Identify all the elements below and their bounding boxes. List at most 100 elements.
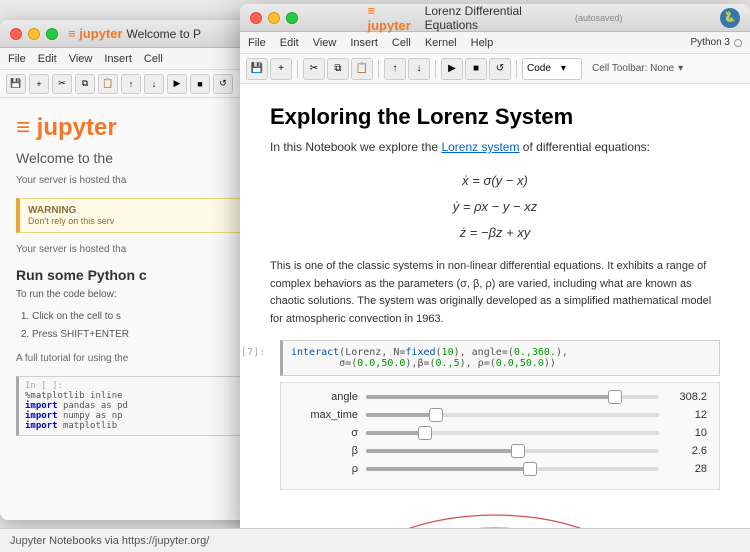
notebook-title: Exploring the Lorenz System: [270, 104, 720, 130]
front-maximize-button[interactable]: [286, 12, 298, 24]
widget-angle-thumb[interactable]: [608, 390, 622, 404]
run-python-body: To run the code below:: [16, 289, 254, 300]
widget-angle-value: 308.2: [667, 391, 707, 403]
widget-maxtime-slider[interactable]: [366, 413, 659, 417]
widget-rho-slider[interactable]: [366, 467, 659, 471]
code-import-pandas: import: [25, 401, 58, 411]
widget-beta-label: β: [293, 445, 358, 457]
menu-view-back[interactable]: View: [69, 53, 93, 65]
code-beta-range: 0.,5: [436, 358, 460, 369]
menu-edit-back[interactable]: Edit: [38, 53, 57, 65]
back-down-btn[interactable]: ↓: [144, 74, 164, 94]
back-server-text: Your server is hosted tha: [16, 174, 254, 188]
widget-rho: ρ 28: [293, 463, 707, 475]
widget-beta-value: 2.6: [667, 445, 707, 457]
back-stop-btn[interactable]: ■: [190, 74, 210, 94]
front-restart-btn[interactable]: ↺: [489, 58, 511, 80]
widget-sigma-label: σ: [293, 427, 358, 439]
back-jupyter-header: ≡ jupyter: [16, 114, 254, 142]
menu-insert-back[interactable]: Insert: [104, 53, 132, 65]
front-paste-btn[interactable]: 📋: [351, 58, 373, 80]
cell-type-dropdown[interactable]: Code ▾: [522, 58, 582, 80]
code-fixed: fixed: [405, 347, 435, 358]
menu-cell-back[interactable]: Cell: [144, 53, 163, 65]
code-cell-front[interactable]: In [7]: interact(Lorenz, N=fixed(10), an…: [280, 340, 720, 376]
front-save-btn[interactable]: 💾: [246, 58, 268, 80]
step-2: Press SHIFT+ENTER: [32, 326, 254, 344]
back-notebook-title: Welcome to the: [16, 150, 254, 166]
close-button[interactable]: [10, 28, 22, 40]
warning-text: Don't rely on this serv: [28, 216, 245, 226]
back-run-btn[interactable]: ▶: [167, 74, 187, 94]
widget-sigma-thumb[interactable]: [418, 426, 432, 440]
code-interact: interact(Lorenz, N=fixed(10), angle=(0.,…: [291, 347, 568, 369]
menu-kernel-front[interactable]: Kernel: [425, 37, 457, 49]
menu-cell-front[interactable]: Cell: [392, 37, 411, 49]
eq-1: ẋ = σ(y − x): [270, 168, 720, 194]
menu-insert-front[interactable]: Insert: [350, 37, 378, 49]
widget-rho-thumb[interactable]: [523, 462, 537, 476]
widget-rho-value: 28: [667, 463, 707, 475]
code-import-matplotlib: import: [25, 421, 58, 431]
separator-2: [378, 60, 379, 78]
back-restart-btn[interactable]: ↺: [213, 74, 233, 94]
run-python-title: Run some Python c: [16, 267, 254, 283]
widget-beta-slider[interactable]: [366, 449, 659, 453]
code-rho-range: 0.0,50.0: [496, 358, 544, 369]
notebook-content: Exploring the Lorenz System In this Note…: [240, 84, 750, 534]
menu-view-front[interactable]: View: [313, 37, 337, 49]
menu-help-front[interactable]: Help: [471, 37, 494, 49]
math-equations: ẋ = σ(y − x) ẏ = ρx − y − xz ż = −βz + x…: [270, 168, 720, 246]
code-cell-wrapper: In [7]: interact(Lorenz, N=fixed(10), an…: [270, 340, 720, 490]
back-save-btn[interactable]: 💾: [6, 74, 26, 94]
front-minimize-button[interactable]: [268, 12, 280, 24]
widget-sigma-fill: [366, 431, 425, 435]
widget-sigma: σ 10: [293, 427, 707, 439]
back-server-hosted: Your server is hosted tha: [16, 243, 254, 257]
widget-beta-thumb[interactable]: [511, 444, 525, 458]
eq-2: ẏ = ρx − y − xz: [270, 194, 720, 220]
back-copy-btn[interactable]: ⧉: [75, 74, 95, 94]
front-down-btn[interactable]: ↓: [408, 58, 430, 80]
menu-file-back[interactable]: File: [8, 53, 26, 65]
menu-edit-front[interactable]: Edit: [280, 37, 299, 49]
widget-beta: β 2.6: [293, 445, 707, 457]
front-toolbar: 💾 + ✂ ⧉ 📋 ↑ ↓ ▶ ■ ↺ Code ▾ Cell Toolbar:…: [240, 54, 750, 84]
widget-maxtime-value: 12: [667, 409, 707, 421]
widget-maxtime-fill: [366, 413, 436, 417]
back-cut-btn[interactable]: ✂: [52, 74, 72, 94]
back-jupyter-logo: ≡ jupyter: [16, 114, 117, 142]
back-code-cell: In [ ]: %matplotlib inline import pandas…: [16, 376, 254, 436]
python-badge: 🐍: [720, 8, 740, 28]
lorenz-link[interactable]: Lorenz system: [441, 140, 519, 154]
kernel-info: Python 3: [691, 37, 742, 48]
code-import-numpy: import: [25, 411, 58, 421]
front-cut-btn[interactable]: ✂: [303, 58, 325, 80]
front-up-btn[interactable]: ↑: [384, 58, 406, 80]
front-window-title: Lorenz Differential Equations: [425, 4, 569, 32]
cell-toolbar-label: Cell Toolbar: None ▾: [592, 63, 683, 74]
front-jupyter-logo: ≡ jupyter: [368, 4, 419, 33]
kernel-status-circle: [734, 39, 742, 47]
back-add-btn[interactable]: +: [29, 74, 49, 94]
front-copy-btn[interactable]: ⧉: [327, 58, 349, 80]
widget-angle-label: angle: [293, 391, 358, 403]
bottom-bar: Jupyter Notebooks via https://jupyter.or…: [0, 528, 750, 552]
front-close-button[interactable]: [250, 12, 262, 24]
front-title-center: ≡ jupyter Lorenz Differential Equations …: [368, 4, 623, 33]
back-content: ≡ jupyter Welcome to the Your server is …: [0, 98, 270, 452]
menu-file-front[interactable]: File: [248, 37, 266, 49]
widget-angle-slider[interactable]: [366, 395, 659, 399]
front-stop-btn[interactable]: ■: [465, 58, 487, 80]
maximize-button[interactable]: [46, 28, 58, 40]
minimize-button[interactable]: [28, 28, 40, 40]
back-paste-btn[interactable]: 📋: [98, 74, 118, 94]
back-window-title: Welcome to P: [127, 27, 201, 41]
code-interact-func: interact: [291, 347, 339, 358]
front-add-btn[interactable]: +: [270, 58, 292, 80]
front-titlebar: ≡ jupyter Lorenz Differential Equations …: [240, 4, 750, 32]
widget-sigma-slider[interactable]: [366, 431, 659, 435]
back-up-btn[interactable]: ↑: [121, 74, 141, 94]
widget-maxtime-thumb[interactable]: [429, 408, 443, 422]
front-run-btn[interactable]: ▶: [441, 58, 463, 80]
